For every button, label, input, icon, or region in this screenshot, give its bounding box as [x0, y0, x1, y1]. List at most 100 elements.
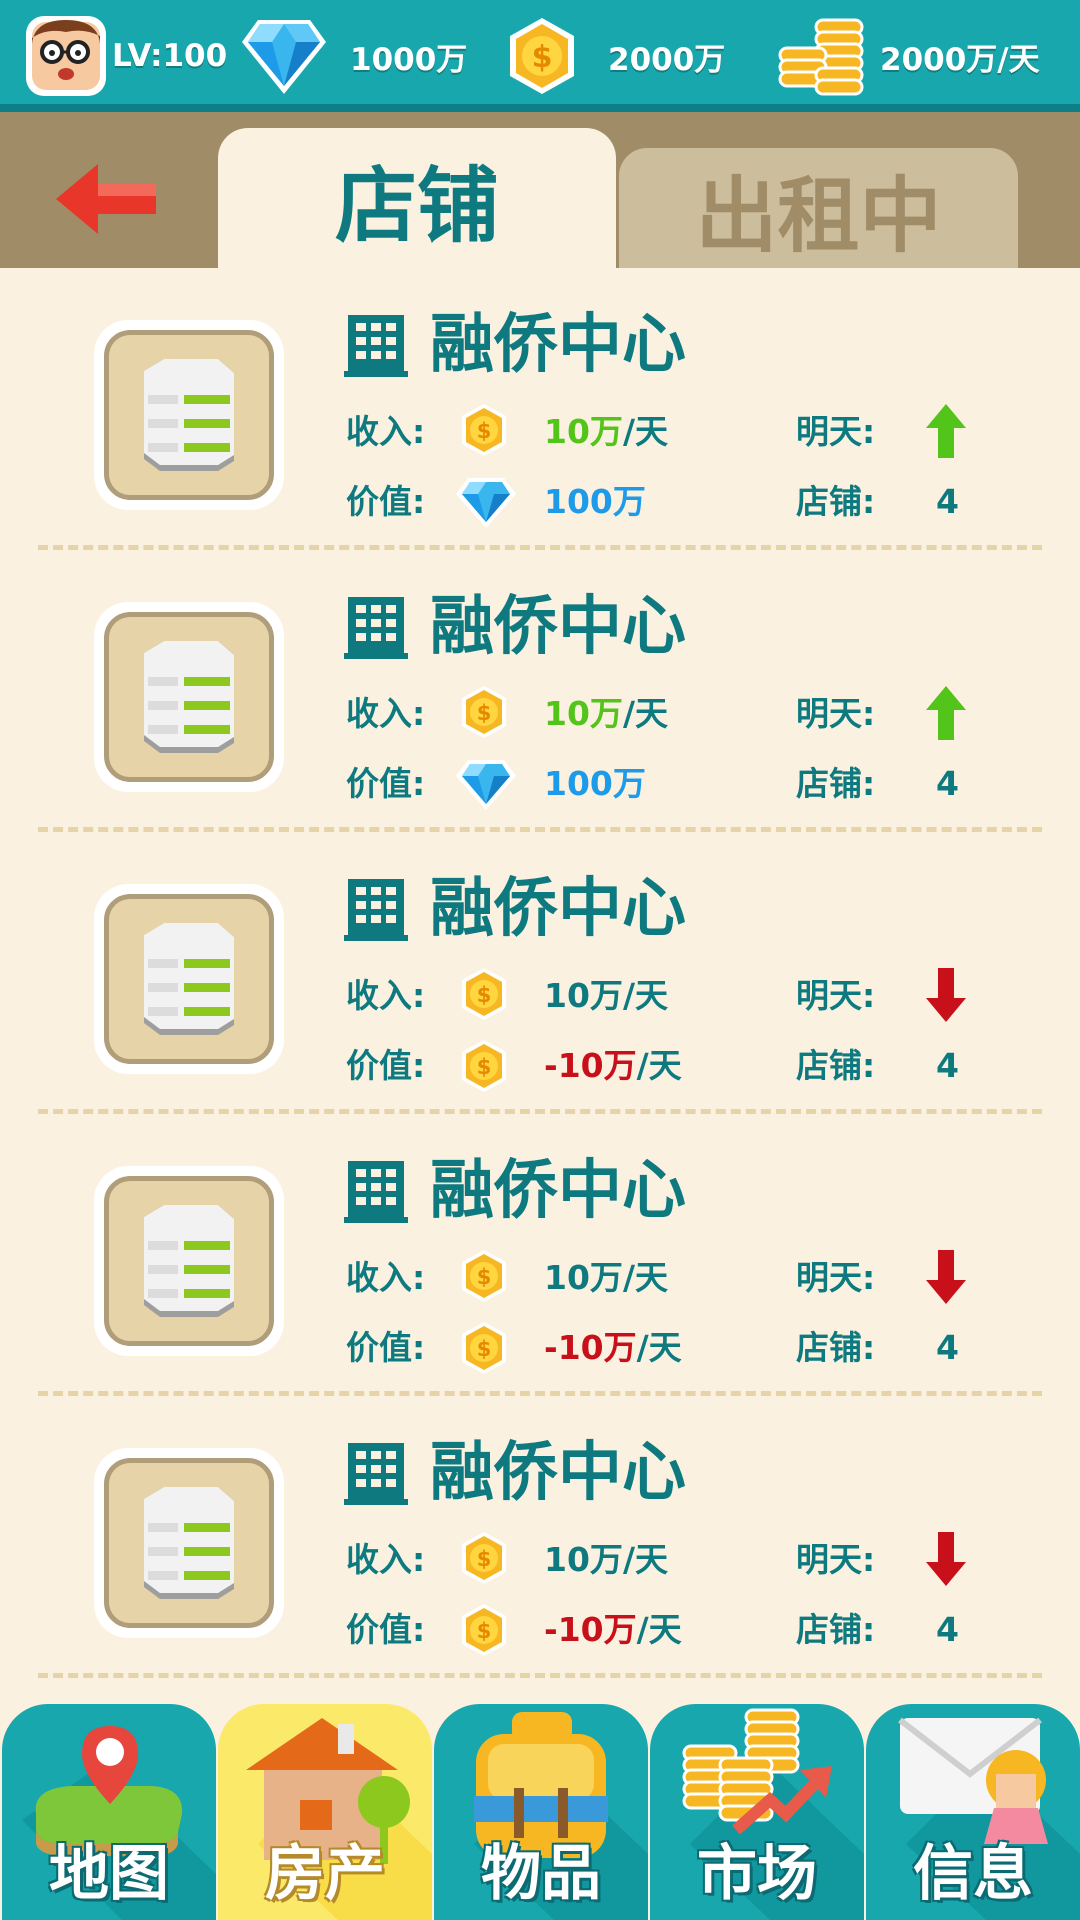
shop-name: 融侨中心 — [430, 1436, 686, 1510]
value-label: 价值: — [346, 1046, 426, 1085]
income-value: 10万/天 — [544, 1258, 668, 1297]
level-stat[interactable]: LV:100 — [24, 0, 227, 112]
svg-text:$: $ — [477, 1337, 492, 1361]
coin-icon: $ — [462, 686, 506, 738]
coin-stat[interactable]: $ 2000万 — [502, 0, 725, 112]
svg-text:$: $ — [477, 1055, 492, 1079]
value-label: 价值: — [346, 764, 426, 803]
office-building-icon — [144, 1487, 234, 1599]
building-icon — [344, 1443, 408, 1505]
value-label: 价值: — [346, 482, 426, 521]
nav-property-label: 房产 — [265, 1839, 385, 1909]
value-amount: 100万 — [544, 482, 646, 521]
list-item[interactable]: 融侨中心 收入: $ 10万/天 明天: 价值: $ -10万/天 店铺: 4 — [0, 1396, 1080, 1678]
value-amount: 100万 — [544, 764, 646, 803]
nav-property-button[interactable]: 房产 — [218, 1704, 432, 1920]
office-building-icon — [144, 359, 234, 471]
svg-text:$: $ — [477, 419, 492, 443]
value-label: 价值: — [346, 1328, 426, 1367]
diamond-icon — [242, 20, 326, 94]
value-amount: -10万/天 — [544, 1328, 682, 1367]
level-text: LV:100 — [112, 38, 228, 74]
back-arrow-icon[interactable] — [56, 162, 160, 236]
coin-count: 2000万 — [608, 41, 726, 78]
income-value: 10万/天 — [544, 412, 668, 451]
nav-info-button[interactable]: 信息 — [866, 1704, 1080, 1920]
nav-market-button[interactable]: 市场 — [650, 1704, 864, 1920]
income-value: 10万/天 — [544, 1540, 668, 1579]
tab-renting[interactable]: 出租中 — [619, 148, 1018, 268]
shops-count: 4 — [936, 1328, 959, 1367]
bottom-nav: 地图 房产 物品 市场 信息 — [0, 1700, 1080, 1920]
nav-market-label: 市场 — [697, 1839, 817, 1909]
list-item[interactable]: 融侨中心 收入: $ 10万/天 明天: 价值: 100万 店铺: 4 — [0, 268, 1080, 550]
building-thumbnail — [94, 884, 284, 1074]
building-thumbnail — [94, 1166, 284, 1356]
coin-icon: $ — [462, 1250, 506, 1302]
shop-name: 融侨中心 — [430, 872, 686, 946]
value-amount: -10万/天 — [544, 1046, 682, 1085]
list-item[interactable]: 融侨中心 收入: $ 10万/天 明天: 价值: 100万 店铺: 4 — [0, 550, 1080, 832]
list-item[interactable]: 融侨中心 收入: $ 10万/天 明天: 价值: $ -10万/天 店铺: 4 — [0, 832, 1080, 1114]
coin-icon: $ — [462, 1604, 506, 1656]
income-label: 收入: — [346, 1540, 426, 1579]
coin-stack-icon — [778, 18, 864, 96]
shops-count: 4 — [936, 1610, 959, 1649]
status-bar: LV:100 1000万 $ 2000万 2000万/天 — [0, 0, 1080, 112]
diamond-stat[interactable]: 1000万 — [238, 0, 467, 112]
nav-info-label: 信息 — [913, 1839, 1033, 1909]
shops-count: 4 — [936, 1046, 959, 1085]
svg-text:$: $ — [477, 1547, 492, 1571]
coin-icon: $ — [462, 1040, 506, 1092]
building-icon — [344, 1161, 408, 1223]
arrow-down-icon — [926, 968, 966, 1022]
tab-bar: 店铺 出租中 — [0, 112, 1080, 268]
office-building-icon — [144, 1205, 234, 1317]
building-thumbnail — [94, 320, 284, 510]
arrow-down-icon — [926, 1532, 966, 1586]
svg-text:$: $ — [477, 983, 492, 1007]
diamond-icon — [456, 760, 516, 810]
shop-list[interactable]: 融侨中心 收入: $ 10万/天 明天: 价值: 100万 店铺: 4 融侨中心… — [0, 268, 1080, 1700]
building-thumbnail — [94, 602, 284, 792]
value-amount: -10万/天 — [544, 1610, 682, 1649]
income-label: 收入: — [346, 1258, 426, 1297]
arrow-up-icon — [926, 686, 966, 740]
shops-label: 店铺: — [796, 1046, 876, 1085]
income-label: 收入: — [346, 412, 426, 451]
income-label: 收入: — [346, 694, 426, 733]
shop-name: 融侨中心 — [430, 308, 686, 382]
avatar[interactable] — [24, 14, 108, 98]
coin-icon: $ — [462, 968, 506, 1020]
building-icon — [344, 315, 408, 377]
coin-icon: $ — [462, 1532, 506, 1584]
shops-count: 4 — [936, 764, 959, 803]
tomorrow-label: 明天: — [796, 694, 876, 733]
office-building-icon — [144, 641, 234, 753]
arrow-up-icon — [926, 404, 966, 458]
building-icon — [344, 597, 408, 659]
nav-map-label: 地图 — [49, 1839, 169, 1909]
svg-text:$: $ — [477, 1265, 492, 1289]
svg-text:$: $ — [477, 1619, 492, 1643]
svg-text:$: $ — [532, 40, 553, 75]
income-value: 10万/天 — [544, 976, 668, 1015]
nav-items-button[interactable]: 物品 — [434, 1704, 648, 1920]
tab-shops[interactable]: 店铺 — [218, 128, 616, 268]
value-label: 价值: — [346, 1610, 426, 1649]
nav-map-button[interactable]: 地图 — [2, 1704, 216, 1920]
nav-items-label: 物品 — [481, 1839, 601, 1909]
diamond-icon — [456, 478, 516, 528]
income-stat[interactable]: 2000万/天 — [776, 0, 1040, 112]
shops-label: 店铺: — [796, 482, 876, 521]
arrow-down-icon — [926, 1250, 966, 1304]
coin-icon: $ — [510, 18, 574, 94]
list-item[interactable]: 融侨中心 收入: $ 10万/天 明天: 价值: $ -10万/天 店铺: 4 — [0, 1114, 1080, 1396]
shops-count: 4 — [936, 482, 959, 521]
tomorrow-label: 明天: — [796, 1540, 876, 1579]
shop-name: 融侨中心 — [430, 1154, 686, 1228]
office-building-icon — [144, 923, 234, 1035]
income-label: 收入: — [346, 976, 426, 1015]
building-thumbnail — [94, 1448, 284, 1638]
income-value: 10万/天 — [544, 694, 668, 733]
